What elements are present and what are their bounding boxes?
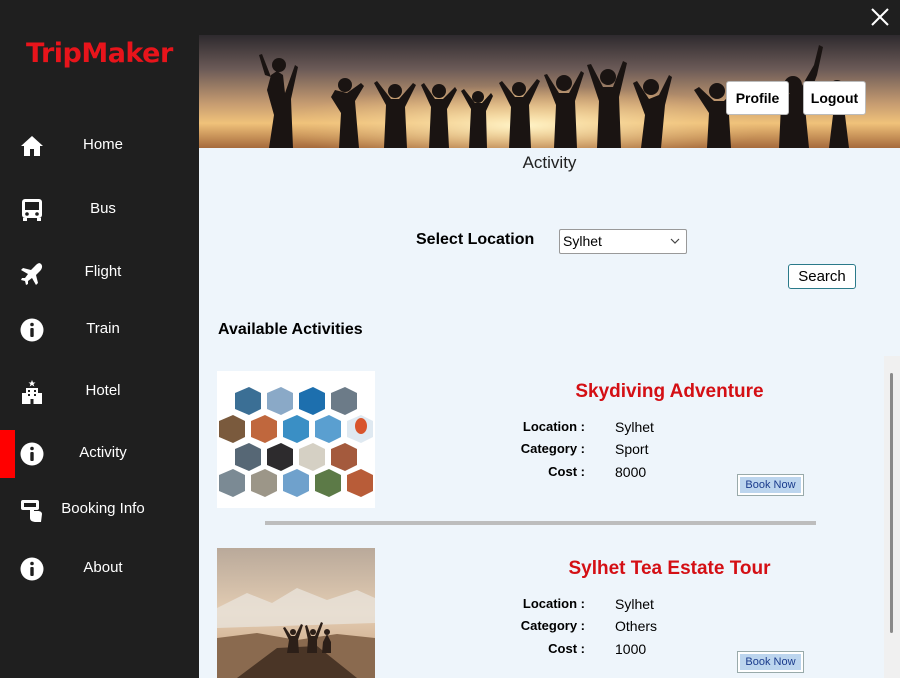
section-title: Available Activities	[218, 321, 363, 338]
info-icon	[19, 556, 45, 582]
scrollbar-thumb[interactable]	[890, 373, 893, 633]
sidebar: TripMaker Home Bus Flight Train Hotel Ac…	[0, 0, 199, 678]
cost-key: Cost :	[548, 464, 585, 479]
location-value: Sylhet	[615, 419, 654, 435]
category-key: Category :	[520, 618, 585, 633]
sidebar-item-label: Booking Info	[61, 500, 145, 517]
sidebar-item-about[interactable]: About	[0, 545, 199, 593]
sidebar-item-label: Flight	[84, 263, 122, 280]
header-banner	[199, 35, 900, 148]
sidebar-item-activity[interactable]: Activity	[0, 430, 199, 478]
info-icon	[19, 317, 45, 343]
sidebar-item-home[interactable]: Home	[0, 122, 199, 170]
book-now-button[interactable]: Book Now	[737, 474, 804, 496]
activity-card: Sylhet Tea Estate Tour Location : Sylhet…	[217, 548, 877, 678]
chevron-down-icon	[670, 238, 680, 244]
sidebar-item-label: Bus	[90, 200, 116, 217]
home-icon	[19, 133, 45, 159]
profile-button[interactable]: Profile	[726, 81, 789, 115]
banner-image	[199, 35, 900, 148]
info-icon	[19, 441, 45, 467]
booking-icon	[19, 497, 45, 523]
category-key: Category :	[520, 441, 585, 456]
category-value: Sport	[615, 441, 649, 457]
activity-card: Skydiving Adventure Location : Sylhet Ca…	[217, 371, 877, 511]
book-now-button[interactable]: Book Now	[737, 651, 804, 673]
cost-value: 8000	[615, 464, 647, 480]
cost-key: Cost :	[548, 641, 585, 656]
page-title: Activity	[522, 153, 577, 172]
bus-icon	[19, 197, 45, 223]
close-icon	[871, 8, 889, 26]
search-button[interactable]: Search	[788, 264, 856, 289]
sidebar-item-label: Home	[82, 136, 123, 153]
activity-image	[217, 548, 375, 678]
location-key: Location :	[522, 419, 585, 434]
location-value: Sylhet	[615, 596, 654, 612]
sidebar-item-label: About	[83, 559, 123, 576]
location-select-value: Sylhet	[563, 233, 602, 249]
vertical-scrollbar[interactable]	[884, 356, 900, 678]
sidebar-item-booking-info[interactable]: Booking Info	[0, 486, 199, 534]
card-divider	[265, 521, 816, 525]
sidebar-item-label: Activity	[79, 444, 127, 461]
main-content: Activity Select Location Sylhet Search A…	[199, 148, 900, 678]
select-location-label: Select Location	[416, 231, 535, 248]
sidebar-item-label: Hotel	[85, 382, 121, 399]
location-key: Location :	[522, 596, 585, 611]
sidebar-item-label: Train	[86, 320, 120, 337]
sidebar-item-hotel[interactable]: Hotel	[0, 368, 199, 416]
app-logo: TripMaker	[26, 38, 173, 69]
sidebar-item-train[interactable]: Train	[0, 306, 199, 354]
sidebar-item-flight[interactable]: Flight	[0, 249, 199, 297]
close-button[interactable]	[868, 5, 892, 29]
location-select[interactable]: Sylhet	[559, 229, 687, 254]
activity-title: Sylhet Tea Estate Tour	[568, 558, 771, 579]
activity-title: Skydiving Adventure	[575, 381, 764, 402]
sidebar-item-bus[interactable]: Bus	[0, 186, 199, 234]
cost-value: 1000	[615, 641, 647, 657]
logout-button[interactable]: Logout	[803, 81, 866, 115]
hotel-icon	[19, 379, 45, 405]
activity-image	[217, 371, 375, 508]
category-value: Others	[615, 618, 658, 634]
airplane-icon	[19, 260, 45, 286]
